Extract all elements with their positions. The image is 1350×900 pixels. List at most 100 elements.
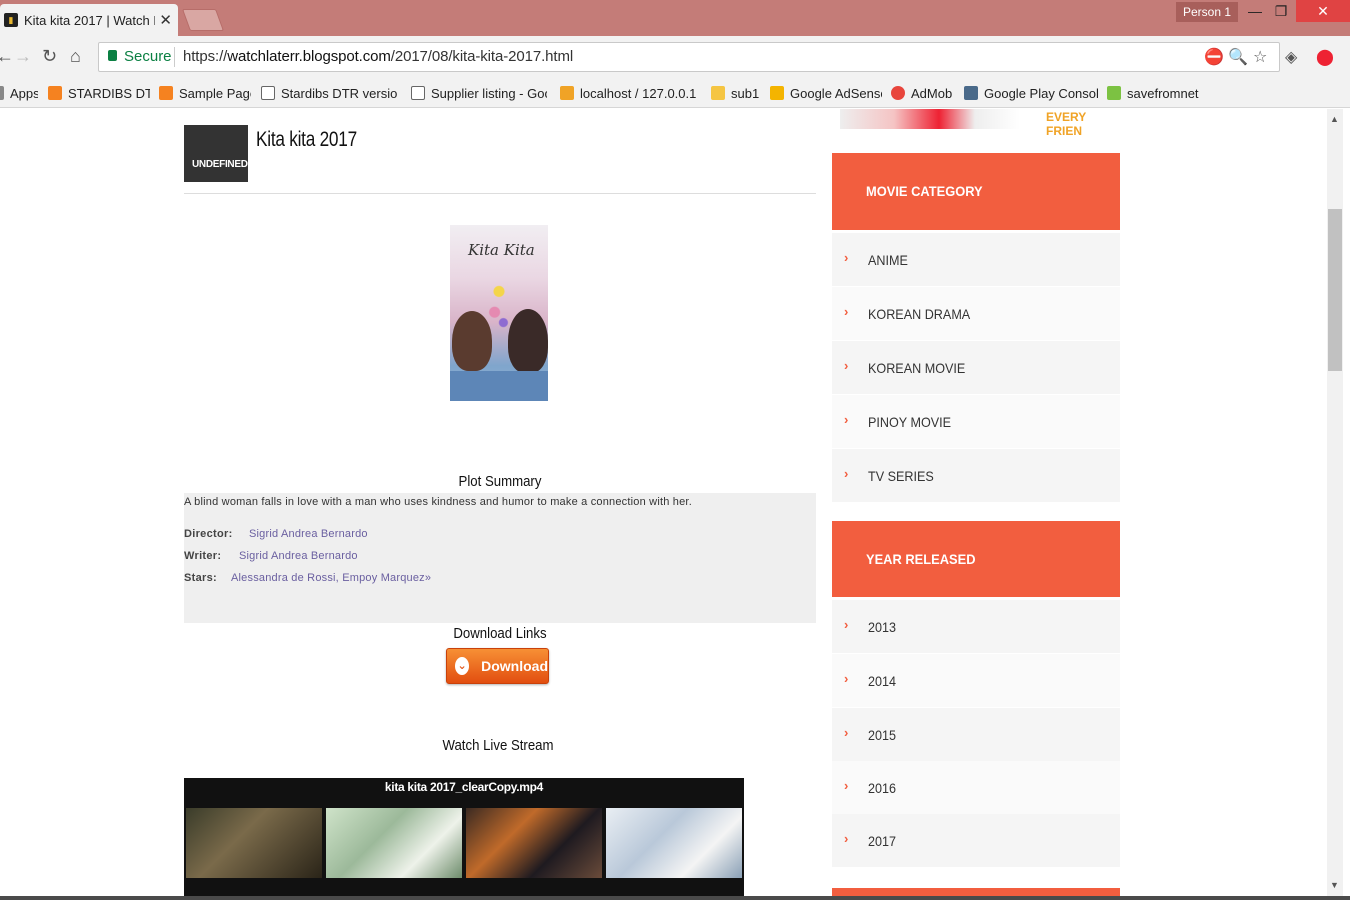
restore-button[interactable]: ❐ (1266, 0, 1296, 22)
back-icon[interactable]: ← (0, 46, 14, 67)
bookmark-stardibs-dtr-version[interactable]: Stardibs DTR version 2 (261, 83, 397, 103)
category-item-pinoy-movie[interactable]: › PINOY MOVIE (832, 395, 1120, 448)
bookmark-star-icon[interactable]: ☆ (1253, 47, 1267, 67)
window-close-button[interactable]: ✕ (1296, 0, 1350, 22)
chevron-right-icon: › (844, 412, 849, 427)
category-label: TV SERIES (868, 468, 934, 484)
browser-tab[interactable]: ▮ Kita kita 2017 | Watch La ✕ (0, 4, 178, 36)
category-item-tv-series[interactable]: › TV SERIES (832, 449, 1120, 502)
date-badge: UNDEFINED (184, 125, 248, 182)
page-viewport: UNDEFINED Kita kita 2017 Kita Kita Plot … (0, 109, 1327, 900)
bookmark-label: Supplier listing - Goog (431, 85, 547, 101)
window-edge (1343, 109, 1350, 900)
zoom-icon[interactable]: 🔍 (1228, 47, 1248, 67)
promo-image (840, 109, 1020, 129)
home-icon[interactable]: ⌂ (70, 46, 81, 67)
bookmark-sample-page[interactable]: Sample Page (159, 83, 251, 103)
plot-summary-heading: Plot Summary (458, 473, 542, 490)
xampp-icon (159, 86, 173, 100)
chevron-right-icon: › (844, 725, 849, 740)
year-label: 2014 (868, 673, 897, 689)
download-links-heading: Download Links (453, 625, 547, 642)
chevron-right-icon: › (844, 304, 849, 319)
bookmark-supplier-listing[interactable]: Supplier listing - Goog (411, 83, 547, 103)
movie-poster[interactable]: Kita Kita (450, 225, 548, 401)
movie-category-title: MOVIE CATEGORY (866, 183, 983, 199)
bookmark-localhost[interactable]: localhost / 127.0.0.1 / (560, 83, 696, 103)
video-thumbnail[interactable] (326, 808, 462, 878)
director-label: Director: (184, 528, 233, 540)
forward-icon[interactable]: → (14, 46, 32, 67)
extension-icon[interactable]: ◈ (1285, 47, 1297, 67)
profile-button[interactable]: Person 1 (1176, 2, 1238, 22)
scroll-down-icon[interactable]: ▼ (1330, 880, 1339, 890)
admob-icon (891, 86, 905, 100)
category-label: KOREAN MOVIE (868, 360, 966, 376)
page-icon (261, 86, 275, 100)
year-item-2015[interactable]: › 2015 (832, 708, 1120, 761)
year-label: 2013 (868, 619, 897, 635)
bookmark-stardibs-dtr[interactable]: STARDIBS DTR (48, 83, 150, 103)
poster-table (450, 371, 548, 401)
download-button[interactable]: ⌄ Download (446, 648, 549, 684)
writer-link[interactable]: Sigrid Andrea Bernardo (239, 550, 358, 562)
year-item-2014[interactable]: › 2014 (832, 654, 1120, 707)
bookmark-savefromnet[interactable]: savefromnet (1107, 83, 1199, 103)
bookmark-admob[interactable]: AdMob (891, 83, 955, 103)
chevron-right-icon: › (844, 671, 849, 686)
url-text[interactable]: https://watchlaterr.blogspot.com/2017/08… (183, 48, 573, 65)
year-label: 2017 (868, 833, 897, 849)
bookmark-google-adsense[interactable]: Google AdSense (770, 83, 882, 103)
download-chevron-icon: ⌄ (455, 657, 470, 675)
download-button-label: Download (481, 658, 548, 674)
phpmyadmin-icon (560, 86, 574, 100)
year-item-2013[interactable]: › 2013 (832, 600, 1120, 653)
bookmark-label: STARDIBS DTR (68, 85, 150, 101)
bookmark-label: Sample Page (179, 85, 251, 101)
year-label: 2015 (868, 727, 897, 743)
director-link[interactable]: Sigrid Andrea Bernardo (249, 528, 368, 540)
xampp-icon (48, 86, 62, 100)
bookmark-label: AdMob (911, 85, 953, 101)
blocked-content-icon[interactable]: ⛔ (1204, 47, 1224, 67)
year-item-2016[interactable]: › 2016 (832, 761, 1120, 814)
video-thumbnail[interactable] (606, 808, 742, 878)
category-item-anime[interactable]: › ANIME (832, 233, 1120, 286)
writer-label: Writer: (184, 550, 222, 562)
reload-icon[interactable]: ↻ (42, 46, 57, 67)
close-tab-icon[interactable]: ✕ (159, 11, 172, 29)
video-player[interactable]: kita kita 2017_clearCopy.mp4 (184, 778, 744, 900)
promo-text: EVERY FRIEN (1046, 110, 1087, 138)
extension-download-icon[interactable]: ⬤ (1316, 47, 1334, 67)
video-thumbnail[interactable] (186, 808, 322, 878)
bookmark-apps[interactable]: Apps (0, 83, 38, 103)
secure-label[interactable]: Secure (124, 48, 172, 65)
play-console-icon (964, 86, 978, 100)
watch-stream-heading: Watch Live Stream (442, 737, 554, 754)
url-scheme: https:// (183, 48, 228, 65)
bookmark-label: Google Play Console (984, 85, 1098, 101)
bookmark-label: sub1 (731, 85, 760, 101)
bookmark-sub1[interactable]: sub1 (711, 83, 761, 103)
page-icon (411, 86, 425, 100)
bookmark-google-play-console[interactable]: Google Play Console (964, 83, 1098, 103)
taskbar-edge (0, 896, 1350, 900)
stars-link[interactable]: Alessandra de Rossi, Empoy Marquez» (231, 572, 431, 584)
movie-category-heading: MOVIE CATEGORY (832, 153, 1120, 230)
poster-figure-left (452, 311, 492, 371)
scrollbar-thumb[interactable] (1328, 209, 1342, 371)
post-title[interactable]: Kita kita 2017 (256, 128, 357, 152)
sidebar-promo-banner[interactable]: EVERY FRIEN (832, 109, 1122, 138)
title-divider (184, 193, 816, 194)
year-item-2017[interactable]: › 2017 (832, 814, 1120, 867)
lock-icon[interactable] (108, 50, 117, 61)
stars-label: Stars: (184, 572, 217, 584)
video-thumbnail[interactable] (466, 808, 602, 878)
chevron-right-icon: › (844, 358, 849, 373)
download-arrow-icon (1107, 86, 1121, 100)
scroll-up-icon[interactable]: ▲ (1330, 114, 1339, 124)
bookmark-label: savefromnet (1127, 85, 1199, 101)
chevron-right-icon: › (844, 466, 849, 481)
category-item-korean-drama[interactable]: › KOREAN DRAMA (832, 287, 1120, 340)
category-item-korean-movie[interactable]: › KOREAN MOVIE (832, 341, 1120, 394)
